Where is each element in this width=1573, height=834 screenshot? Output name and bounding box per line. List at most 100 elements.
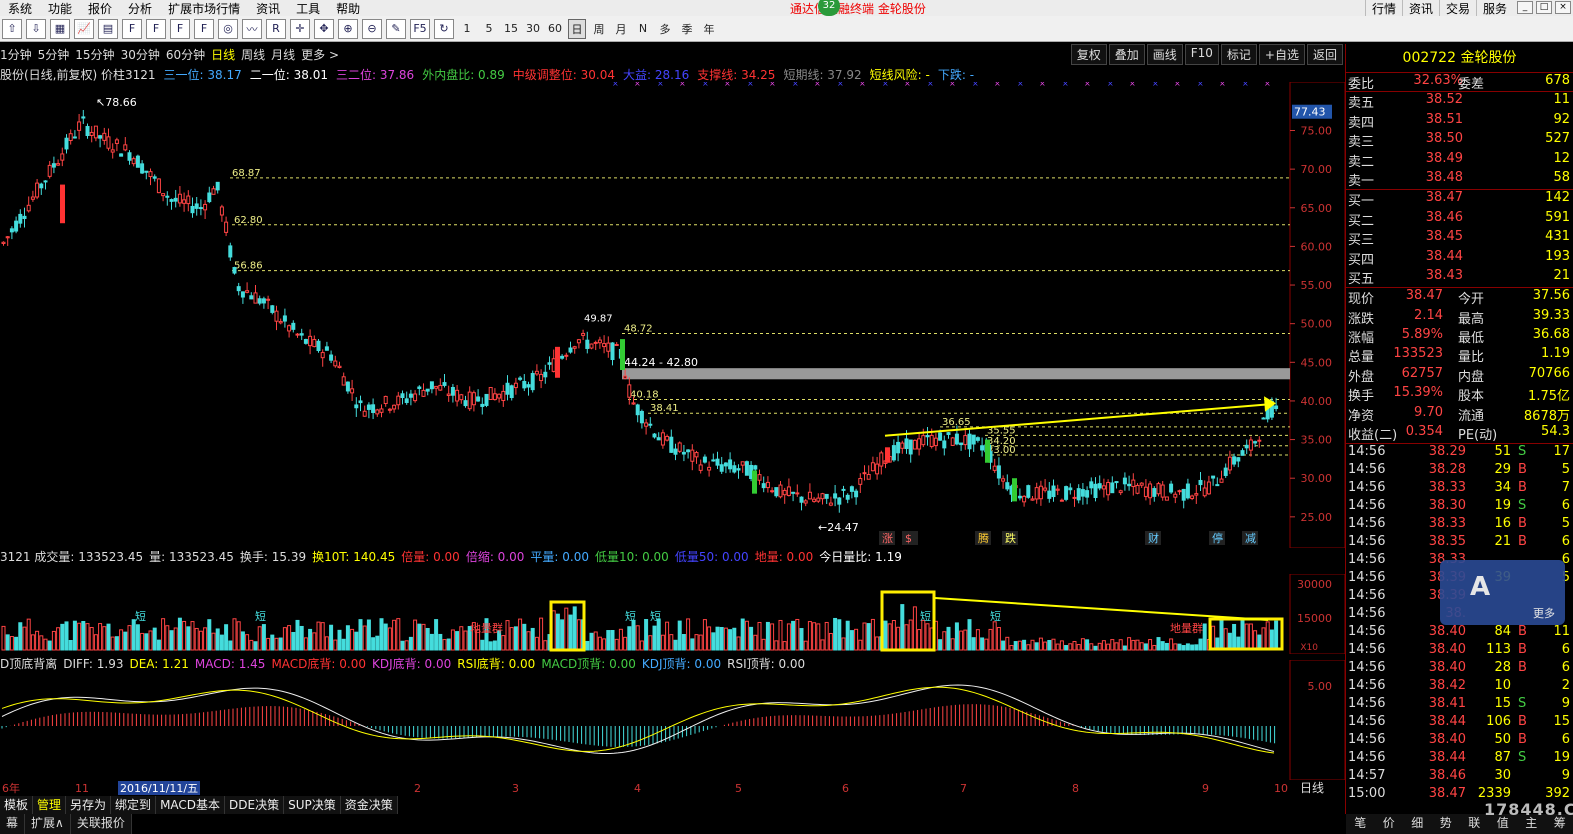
minimize-icon[interactable]: _ [1517, 1, 1533, 14]
period-5[interactable]: 5 [480, 19, 498, 39]
add-favorite-button[interactable]: +自选 [1258, 44, 1305, 65]
grid-icon[interactable]: ▦ [50, 18, 70, 39]
nav-service[interactable]: 服务 [1475, 0, 1513, 17]
nav-trade[interactable]: 交易 [1438, 0, 1476, 17]
tab-screen[interactable]: 幕 [0, 814, 26, 834]
tab-detail[interactable]: 细 [1403, 814, 1432, 834]
stat-row[interactable]: 换手 15.39% 股本 1.75亿 [1346, 385, 1573, 404]
tab-manage[interactable]: 管理 [33, 796, 67, 814]
period-60[interactable]: 60 [546, 19, 564, 39]
restore-rights-button[interactable]: 复权 [1070, 44, 1107, 65]
tab-trades[interactable]: 笔 [1346, 814, 1375, 834]
table-icon[interactable]: ▤ [98, 18, 118, 39]
up-arrow-icon[interactable]: ⇧ [2, 18, 22, 39]
stat-row[interactable]: 现价 38.47 今开 37.56 [1346, 288, 1573, 307]
chart-icon[interactable]: 📈 [74, 18, 94, 39]
stat-row[interactable]: 外盘 62757 内盘 70766 [1346, 366, 1573, 385]
stock-code-name[interactable]: 002722 金轮股份 [1346, 44, 1573, 72]
f13-icon[interactable]: F [194, 18, 214, 39]
buy-row[interactable]: 买三 38.45 431 [1346, 229, 1573, 248]
sell-row[interactable]: 卖四 38.51 92 [1346, 112, 1573, 131]
stat-row[interactable]: 净资 9.70 流通 8678万 [1346, 405, 1573, 424]
stat-row[interactable]: 涨幅 5.89% 最低 36.68 [1346, 327, 1573, 346]
draw-line-button[interactable]: 画线 [1146, 44, 1183, 65]
f10-button[interactable]: F10 [1184, 44, 1219, 65]
mark-button[interactable]: 标记 [1220, 44, 1257, 65]
buy-row[interactable]: 买五 38.43 21 [1346, 268, 1573, 287]
f5-icon[interactable]: F5 [410, 18, 430, 39]
tab-60min[interactable]: 60分钟 [166, 46, 205, 63]
zoom-in-icon[interactable]: ⊕ [338, 18, 358, 39]
tab-dde[interactable]: DDE决策 [225, 796, 285, 814]
more-label[interactable]: 更多 [1533, 605, 1555, 621]
back-button[interactable]: 返回 [1306, 44, 1343, 65]
tab-monthly[interactable]: 月线 [271, 46, 295, 63]
tab-15min[interactable]: 15分钟 [75, 46, 114, 63]
tab-1min[interactable]: 1分钟 [0, 46, 32, 63]
kline-chart[interactable]: 75.00 70.00 65.00 60.00 55.00 50.00 45.00 40.00… [0, 82, 1345, 548]
period-15[interactable]: 15 [502, 19, 520, 39]
move-icon[interactable]: ✥ [314, 18, 334, 39]
nav-quote[interactable]: 行情 [1364, 0, 1402, 17]
period-week[interactable]: 周 [590, 19, 608, 39]
buy-row[interactable]: 买一 38.47 142 [1346, 190, 1573, 209]
tab-template[interactable]: 模板 [0, 796, 34, 814]
period-day[interactable]: 日 [568, 18, 586, 39]
menu-info[interactable]: 资讯 [248, 0, 288, 17]
period-month[interactable]: 月 [612, 19, 630, 39]
tab-daily[interactable]: 日线 [211, 46, 235, 63]
tab-fund[interactable]: 资金决策 [340, 796, 398, 814]
maximize-icon[interactable]: □ [1536, 1, 1552, 14]
tab-related-quote[interactable]: 关联报价 [70, 814, 132, 834]
refresh-icon[interactable]: ↻ [434, 18, 454, 39]
tab-more[interactable]: 更多 > [301, 46, 339, 63]
tab-price[interactable]: 价 [1375, 814, 1404, 834]
period-multi[interactable]: 多 [656, 19, 674, 39]
f12-icon[interactable]: F [170, 18, 190, 39]
nav-info[interactable]: 资讯 [1401, 0, 1439, 17]
sell-row[interactable]: 卖二 38.49 12 [1346, 151, 1573, 170]
period-30[interactable]: 30 [524, 19, 542, 39]
period-1[interactable]: 1 [458, 19, 476, 39]
menu-extended-market[interactable]: 扩展市场行情 [160, 0, 248, 17]
menu-analysis[interactable]: 分析 [120, 0, 160, 17]
watermark-logo[interactable]: A 更多 [1440, 560, 1565, 625]
target-icon[interactable]: ◎ [218, 18, 238, 39]
menu-quote[interactable]: 报价 [80, 0, 120, 17]
sell-row[interactable]: 卖一 38.48 58 [1346, 170, 1573, 189]
tab-macd-basic[interactable]: MACD基本 [156, 796, 226, 814]
tab-trend[interactable]: 势 [1432, 814, 1461, 834]
crosshair-icon[interactable]: ✛ [290, 18, 310, 39]
volume-chart[interactable]: 3000015000X10地量群 地量群短短短短短短 [0, 574, 1345, 654]
period-n[interactable]: N [634, 19, 652, 39]
sell-row[interactable]: 卖三 38.50 527 [1346, 131, 1573, 150]
down-arrow-icon[interactable]: ⇩ [26, 18, 46, 39]
f11-icon[interactable]: F [146, 18, 166, 39]
menu-function[interactable]: 功能 [40, 0, 80, 17]
tab-sup[interactable]: SUP决策 [284, 796, 341, 814]
tab-5min[interactable]: 5分钟 [38, 46, 70, 63]
sell-row[interactable]: 卖五 38.52 11 [1346, 92, 1573, 111]
f10-icon[interactable]: F [122, 18, 142, 39]
period-quarter[interactable]: 季 [678, 19, 696, 39]
tab-bind-to[interactable]: 绑定到 [111, 796, 157, 814]
tab-weekly[interactable]: 周线 [241, 46, 265, 63]
zoom-out-icon[interactable]: ⊖ [362, 18, 382, 39]
stat-row[interactable]: 总量 133523 量比 1.19 [1346, 346, 1573, 365]
period-year[interactable]: 年 [700, 19, 718, 39]
overlay-button[interactable]: 叠加 [1108, 44, 1145, 65]
rsi-icon[interactable]: R [266, 18, 286, 39]
menu-tools[interactable]: 工具 [288, 0, 328, 17]
buy-row[interactable]: 买四 38.44 193 [1346, 249, 1573, 268]
macd-chart[interactable]: 5.00 [0, 660, 1345, 780]
tab-30min[interactable]: 30分钟 [121, 46, 160, 63]
pen-icon[interactable]: ✎ [386, 18, 406, 39]
kline-icon[interactable]: 〰 [242, 18, 262, 39]
menu-help[interactable]: 帮助 [328, 0, 368, 17]
buy-row[interactable]: 买二 38.46 591 [1346, 210, 1573, 229]
tab-extend[interactable]: 扩展∧ [25, 814, 71, 834]
menu-system[interactable]: 系统 [0, 0, 40, 17]
stat-row[interactable]: 收益(二) 0.354 PE(动) 54.3 [1346, 424, 1573, 443]
tab-save-as[interactable]: 另存为 [66, 796, 112, 814]
close-icon[interactable]: × [1555, 1, 1571, 14]
